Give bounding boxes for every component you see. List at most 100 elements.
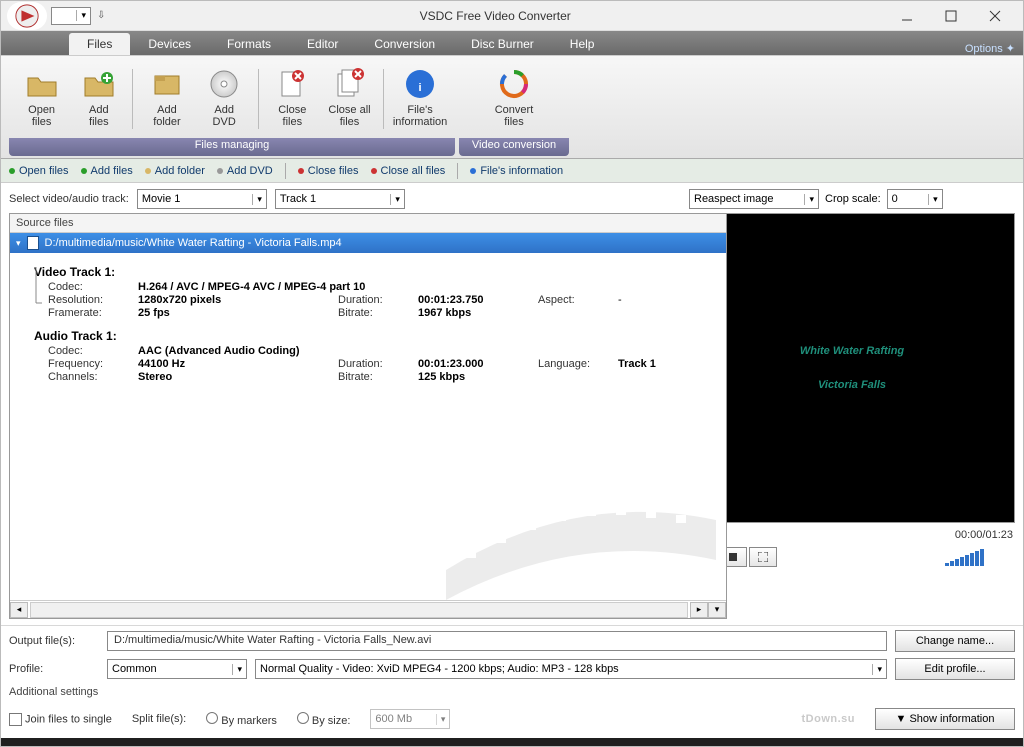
audio-track-title: Audio Track 1: — [34, 329, 718, 343]
preview-mode-select[interactable]: Reaspect image▾ — [689, 189, 819, 209]
dvd-icon — [208, 68, 240, 100]
split-size-input[interactable]: 600 Mb▾ — [370, 709, 450, 729]
track-selectors: Select video/audio track: Movie 1▾ Track… — [9, 189, 681, 209]
movie-select[interactable]: Movie 1▾ — [137, 189, 267, 209]
audio-duration: 00:01:23.000 — [418, 358, 538, 370]
file-close-icon — [276, 68, 308, 100]
source-file-row[interactable]: ▾ D:/multimedia/music/White Water Raftin… — [10, 233, 726, 253]
app-logo[interactable] — [7, 2, 47, 30]
tree-connector-icon — [30, 267, 42, 307]
file-icon — [27, 236, 39, 250]
tb-file-info[interactable]: File's information — [470, 165, 563, 177]
tab-disc-burner[interactable]: Disc Burner — [453, 33, 552, 55]
qat-dropdown[interactable]: ▾ — [51, 7, 91, 25]
expand-icon — [758, 552, 768, 562]
join-files-checkbox[interactable]: Join files to single — [9, 713, 112, 726]
tb-close-files[interactable]: Close files — [298, 165, 359, 177]
preview-controls-row: Reaspect image▾ Crop scale: 0▾ — [689, 189, 1015, 209]
track-select[interactable]: Track 1▾ — [275, 189, 405, 209]
ribbon-body: Openfiles Addfiles Addfolder AddDVD Clos… — [1, 55, 1023, 159]
ribbon-group-video-conversion: Convertfiles Video conversion — [459, 60, 569, 156]
info-icon: i — [404, 68, 436, 100]
h-scrollbar[interactable]: ◂ ▸ ▾ — [10, 600, 726, 618]
tab-formats[interactable]: Formats — [209, 33, 289, 55]
video-track-title: Video Track 1: — [34, 265, 718, 279]
player-controls — [689, 547, 1015, 567]
scroll-end-icon[interactable]: ▾ — [708, 602, 726, 618]
close-button[interactable] — [973, 1, 1017, 31]
show-information-button[interactable]: ▼ Show information — [875, 708, 1015, 730]
additional-settings-row: Join files to single Split file(s): By m… — [9, 704, 1015, 730]
profile-category-select[interactable]: Common▾ — [107, 659, 247, 679]
bottom-panel: Output file(s): D:/multimedia/music/Whit… — [1, 625, 1023, 738]
right-column: Reaspect image▾ Crop scale: 0▾ White Wat… — [689, 189, 1015, 619]
qat-customize-icon[interactable]: ⇩ — [97, 10, 105, 21]
close-files-button[interactable]: Closefiles — [267, 63, 318, 135]
fullscreen-button[interactable] — [749, 547, 777, 567]
filmstrip-watermark — [426, 480, 726, 600]
audio-channels: Stereo — [138, 371, 338, 383]
os-taskbar — [1, 738, 1023, 746]
output-file-field[interactable]: D:/multimedia/music/White Water Rafting … — [107, 631, 887, 651]
tab-files[interactable]: Files — [69, 33, 130, 55]
close-all-files-button[interactable]: Close allfiles — [324, 63, 375, 135]
ribbon-group-files-managing: Openfiles Addfiles Addfolder AddDVD Clos… — [9, 60, 455, 156]
options-link[interactable]: Options ✦ — [965, 42, 1015, 55]
by-markers-radio[interactable]: By markers — [206, 712, 277, 727]
tb-close-all[interactable]: Close all files — [371, 165, 446, 177]
stop-icon — [728, 552, 738, 562]
video-duration: 00:01:23.750 — [418, 294, 538, 306]
add-files-button[interactable]: Addfiles — [73, 63, 124, 135]
folder-plus-icon — [83, 68, 115, 100]
toolbar-secondary: Open files Add files Add folder Add DVD … — [1, 159, 1023, 183]
tb-add-folder[interactable]: Add folder — [145, 165, 205, 177]
source-files-header: Source files — [10, 214, 726, 233]
audio-language: Track 1 — [618, 358, 718, 370]
svg-text:i: i — [419, 82, 422, 94]
video-aspect: - — [618, 294, 718, 306]
add-folder-button[interactable]: Addfolder — [141, 63, 192, 135]
video-resolution: 1280x720 pixels — [138, 294, 338, 306]
window-buttons — [885, 1, 1017, 31]
tb-add-files[interactable]: Add files — [81, 165, 133, 177]
folder-icon — [151, 68, 183, 100]
split-file-label: Split file(s): — [132, 713, 186, 725]
minimize-button[interactable] — [885, 1, 929, 31]
edit-profile-button[interactable]: Edit profile... — [895, 658, 1015, 680]
maximize-button[interactable] — [929, 1, 973, 31]
convert-icon — [498, 68, 530, 100]
change-name-button[interactable]: Change name... — [895, 630, 1015, 652]
audio-bitrate: 125 kbps — [418, 371, 538, 383]
crop-scale-label: Crop scale: — [825, 193, 881, 205]
scroll-left-icon[interactable]: ◂ — [10, 602, 28, 618]
file-info-button[interactable]: iFile'sinformation — [392, 63, 448, 135]
quick-access-toolbar: ▾ ⇩ — [51, 7, 105, 25]
volume-indicator[interactable] — [945, 548, 1015, 566]
brand-watermark: tDown.su — [802, 713, 856, 725]
tab-devices[interactable]: Devices — [130, 33, 209, 55]
tab-help[interactable]: Help — [552, 33, 613, 55]
by-size-radio[interactable]: By size: — [297, 712, 351, 727]
video-preview[interactable]: White Water Rafting Victoria Falls — [689, 213, 1015, 523]
source-files-panel: Source files ▾ D:/multimedia/music/White… — [9, 213, 727, 619]
output-label: Output file(s): — [9, 635, 99, 647]
app-window: ▾ ⇩ VSDC Free Video Converter Files Devi… — [0, 0, 1024, 747]
scroll-right-icon[interactable]: ▸ — [690, 602, 708, 618]
main-area: Select video/audio track: Movie 1▾ Track… — [1, 183, 1023, 625]
tb-open-files[interactable]: Open files — [9, 165, 69, 177]
crop-scale-input[interactable]: 0▾ — [887, 189, 943, 209]
ribbon-tabs: Files Devices Formats Editor Conversion … — [1, 31, 1023, 55]
options-star-icon: ✦ — [1006, 42, 1015, 55]
profile-label: Profile: — [9, 663, 99, 675]
title-bar: ▾ ⇩ VSDC Free Video Converter — [1, 1, 1023, 31]
tab-conversion[interactable]: Conversion — [356, 33, 453, 55]
convert-files-button[interactable]: Convertfiles — [479, 63, 549, 135]
tracks-details: Video Track 1: Codec:H.264 / AVC / MPEG-… — [10, 253, 726, 600]
window-title: VSDC Free Video Converter — [105, 9, 885, 23]
open-files-button[interactable]: Openfiles — [16, 63, 67, 135]
add-dvd-button[interactable]: AddDVD — [199, 63, 250, 135]
tab-editor[interactable]: Editor — [289, 33, 356, 55]
profile-description-select[interactable]: Normal Quality - Video: XviD MPEG4 - 120… — [255, 659, 887, 679]
tb-add-dvd[interactable]: Add DVD — [217, 165, 273, 177]
additional-settings-header: Additional settings — [9, 686, 1015, 698]
